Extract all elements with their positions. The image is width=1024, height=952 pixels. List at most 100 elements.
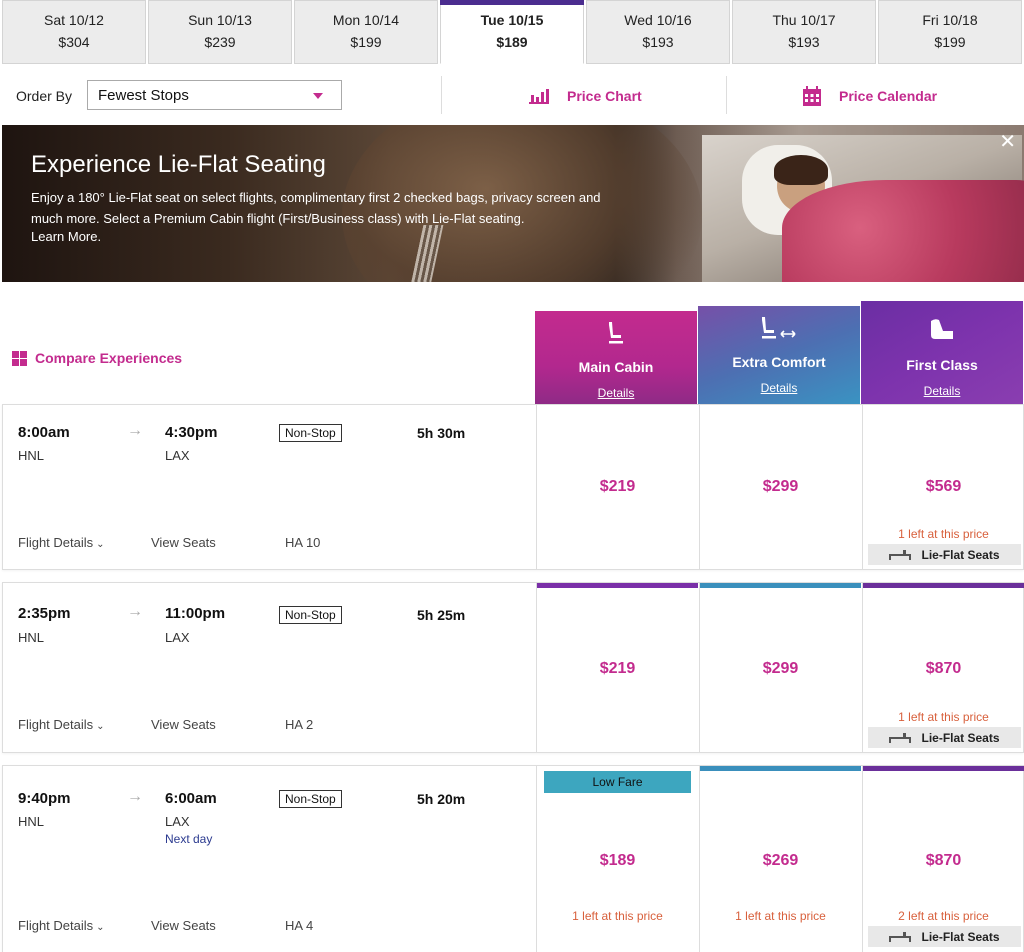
lie-flat-label: Lie-Flat Seats <box>921 929 1000 944</box>
view-seats-link[interactable]: View Seats <box>151 918 216 933</box>
lie-flat-bed-icon <box>889 931 912 942</box>
flight-info: 2:35pm HNL → 11:00pm LAX Non-Stop 5h 25m… <box>3 583 536 752</box>
fare-main-cabin[interactable]: $219 <box>536 405 698 569</box>
lie-flat-promo-banner: Experience Lie-Flat Seating Enjoy a 180°… <box>2 125 1024 282</box>
lie-flat-label: Lie-Flat Seats <box>921 730 1000 745</box>
cabin-color-bar <box>537 583 698 588</box>
date-tab-wed-10-16[interactable]: Wed 10/16 $193 <box>586 0 730 64</box>
date-tab-date: Wed 10/16 <box>624 12 692 28</box>
price-calendar-link[interactable]: Price Calendar <box>803 86 937 106</box>
seat-extra-legroom-icon <box>762 317 796 339</box>
order-by-select[interactable]: Fewest Stops <box>87 80 342 110</box>
destination-airport: LAX <box>165 630 190 645</box>
flight-details-toggle[interactable]: Flight Details ⌄ <box>18 717 105 732</box>
order-by-value: Fewest Stops <box>98 87 189 104</box>
close-icon[interactable]: ✕ <box>999 129 1016 154</box>
fare-extra-comfort[interactable]: $299 <box>699 405 861 569</box>
flight-details-toggle[interactable]: Flight Details ⌄ <box>18 535 105 550</box>
origin-airport: HNL <box>18 448 45 463</box>
date-tab-sat-10-12[interactable]: Sat 10/12 $304 <box>2 0 146 64</box>
cabin-details-link[interactable]: Details <box>535 386 697 400</box>
stops-badge: Non-Stop <box>279 790 342 808</box>
origin-airport: HNL <box>18 630 45 645</box>
date-tab-date: Fri 10/18 <box>922 12 978 28</box>
price-chart-link[interactable]: Price Chart <box>529 86 642 106</box>
learn-more-link[interactable]: Learn More. <box>31 229 101 244</box>
arrow-right-icon: → <box>127 422 143 439</box>
low-fare-badge: Low Fare <box>544 771 691 793</box>
cabin-details-link[interactable]: Details <box>861 384 1023 398</box>
flight-duration: 5h 30m <box>417 425 466 441</box>
compare-experiences-link[interactable]: Compare Experiences <box>12 349 182 367</box>
arrive-time: 4:30pm <box>165 424 218 441</box>
destination-airport: LAX <box>165 448 190 463</box>
date-selector: Sat 10/12 $304 Sun 10/13 $239 Mon 10/14 … <box>0 0 1024 64</box>
date-tab-fri-10-18[interactable]: Fri 10/18 $199 <box>878 0 1022 64</box>
lie-flat-seat-icon <box>931 319 953 339</box>
date-tab-date: Thu 10/17 <box>772 12 836 28</box>
date-tab-date: Sat 10/12 <box>44 12 104 28</box>
date-tab-thu-10-17[interactable]: Thu 10/17 $193 <box>732 0 876 64</box>
fare-price: $569 <box>925 478 962 495</box>
fare-first-class[interactable]: $870 2 left at this price Lie-Flat Seats <box>862 766 1024 952</box>
cabin-header-main: Main Cabin Details <box>535 311 697 404</box>
price-calendar-label: Price Calendar <box>839 88 938 104</box>
cabin-color-bar <box>700 583 861 588</box>
stops-badge: Non-Stop <box>279 606 342 624</box>
flight-row: 8:00am HNL → 4:30pm LAX Non-Stop 5h 30m … <box>2 404 1024 570</box>
bar-chart-icon <box>529 89 549 104</box>
divider <box>726 76 727 114</box>
fare-price: $219 <box>599 478 636 495</box>
chevron-down-icon: ⌄ <box>96 721 105 732</box>
date-tab-price: $239 <box>204 34 236 50</box>
stops-badge: Non-Stop <box>279 424 342 442</box>
fare-first-class[interactable]: $569 1 left at this price Lie-Flat Seats <box>862 405 1024 569</box>
lie-flat-bed-icon <box>889 732 912 743</box>
date-tab-date: Sun 10/13 <box>188 12 252 28</box>
compare-experiences-label: Compare Experiences <box>35 350 183 366</box>
date-tab-date: Tue 10/15 <box>480 12 544 28</box>
flight-number: HA 10 <box>285 535 321 550</box>
fare-main-cabin[interactable]: $219 <box>536 583 698 752</box>
fare-price: $269 <box>762 852 799 869</box>
arrow-right-icon: → <box>127 603 143 620</box>
calendar-icon <box>803 86 821 106</box>
depart-time: 8:00am <box>18 424 70 441</box>
cabin-header-first-class: First Class Details <box>861 301 1023 404</box>
lie-flat-badge: Lie-Flat Seats <box>868 926 1021 947</box>
date-tab-sun-10-13[interactable]: Sun 10/13 $239 <box>148 0 292 64</box>
chevron-down-icon: ⌄ <box>96 922 105 933</box>
banner-title: Experience Lie-Flat Seating <box>31 151 326 178</box>
date-tab-tue-10-15[interactable]: Tue 10/15 $189 <box>440 0 584 64</box>
fare-first-class[interactable]: $870 1 left at this price Lie-Flat Seats <box>862 583 1024 752</box>
cabin-name: Extra Comfort <box>732 354 826 370</box>
flight-details-label: Flight Details <box>18 535 94 550</box>
date-tab-price: $189 <box>496 34 528 50</box>
grid-icon <box>12 350 27 366</box>
seats-left-notice: 2 left at this price <box>898 909 989 923</box>
cabin-details-link[interactable]: Details <box>698 381 860 395</box>
date-tab-price: $193 <box>788 34 820 50</box>
arrow-right-icon: → <box>127 788 143 805</box>
lie-flat-label: Lie-Flat Seats <box>921 547 1000 562</box>
flight-details-toggle[interactable]: Flight Details ⌄ <box>18 918 105 933</box>
date-tab-mon-10-14[interactable]: Mon 10/14 $199 <box>294 0 438 64</box>
fare-extra-comfort[interactable]: $269 1 left at this price <box>699 766 861 952</box>
view-seats-link[interactable]: View Seats <box>151 535 216 550</box>
cabin-color-bar <box>863 766 1024 771</box>
view-seats-link[interactable]: View Seats <box>151 717 216 732</box>
cabin-color-bar <box>700 766 861 771</box>
destination-airport: LAX <box>165 814 190 829</box>
order-by-label: Order By <box>16 88 73 104</box>
fare-main-cabin[interactable]: Low Fare $189 1 left at this price <box>536 766 698 952</box>
next-day-notice: Next day <box>165 832 213 846</box>
flight-row: 9:40pm HNL → 6:00am LAX Next day Non-Sto… <box>2 765 1024 952</box>
cabin-color-bar <box>863 583 1024 588</box>
fare-price: $870 <box>925 852 962 869</box>
flight-details-label: Flight Details <box>18 918 94 933</box>
cabin-name: Main Cabin <box>578 359 654 375</box>
depart-time: 2:35pm <box>18 605 71 622</box>
banner-image-hair <box>774 155 828 185</box>
arrive-time: 11:00pm <box>165 605 226 622</box>
fare-extra-comfort[interactable]: $299 <box>699 583 861 752</box>
